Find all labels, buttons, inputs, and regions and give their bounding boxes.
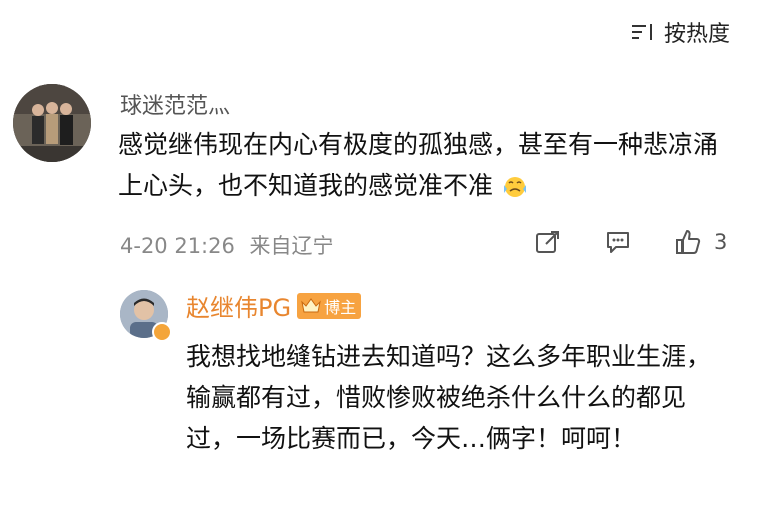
crown-icon — [301, 297, 321, 312]
comment-text: 感觉继伟现在内心有极度的孤独感，甚至有一种悲凉涌上心头，也不知道我的感觉准不准 — [118, 124, 728, 206]
sort-by-hot-button[interactable]: 按热度 — [630, 16, 730, 48]
like-icon[interactable] — [674, 228, 702, 256]
comment-icon[interactable] — [604, 228, 632, 256]
sort-icon — [631, 24, 652, 40]
like-count: 3 — [714, 230, 728, 254]
avatar[interactable] — [13, 84, 91, 162]
comment-username[interactable]: 球迷范范灬 — [120, 88, 230, 120]
comment-actions: 3 — [534, 228, 727, 256]
blogger-badge-label: 博主 — [324, 297, 357, 317]
share-icon[interactable] — [534, 228, 562, 256]
verified-badge-icon — [152, 322, 172, 342]
avatar-photo — [13, 84, 91, 162]
blogger-badge: 博主 — [297, 292, 362, 319]
crying-face-icon — [503, 177, 526, 197]
reply-username[interactable]: 赵继伟PG — [186, 288, 291, 323]
sort-label: 按热度 — [663, 22, 730, 47]
comment-time: 4-20 21:26 — [120, 234, 235, 258]
comment-body: 感觉继伟现在内心有极度的孤独感，甚至有一种悲凉涌上心头，也不知道我的感觉准不准 — [118, 130, 719, 200]
reply-text: 我想找地缝钻进去知道吗？这么多年职业生涯，输赢都有过，惜败惨败被绝杀什么什么的都… — [186, 342, 712, 453]
reply-user: 赵继伟PG 博主 — [186, 288, 362, 323]
comment-location: 来自辽宁 — [249, 234, 334, 258]
comment-meta: 4-20 21:26 来自辽宁 — [120, 230, 334, 260]
